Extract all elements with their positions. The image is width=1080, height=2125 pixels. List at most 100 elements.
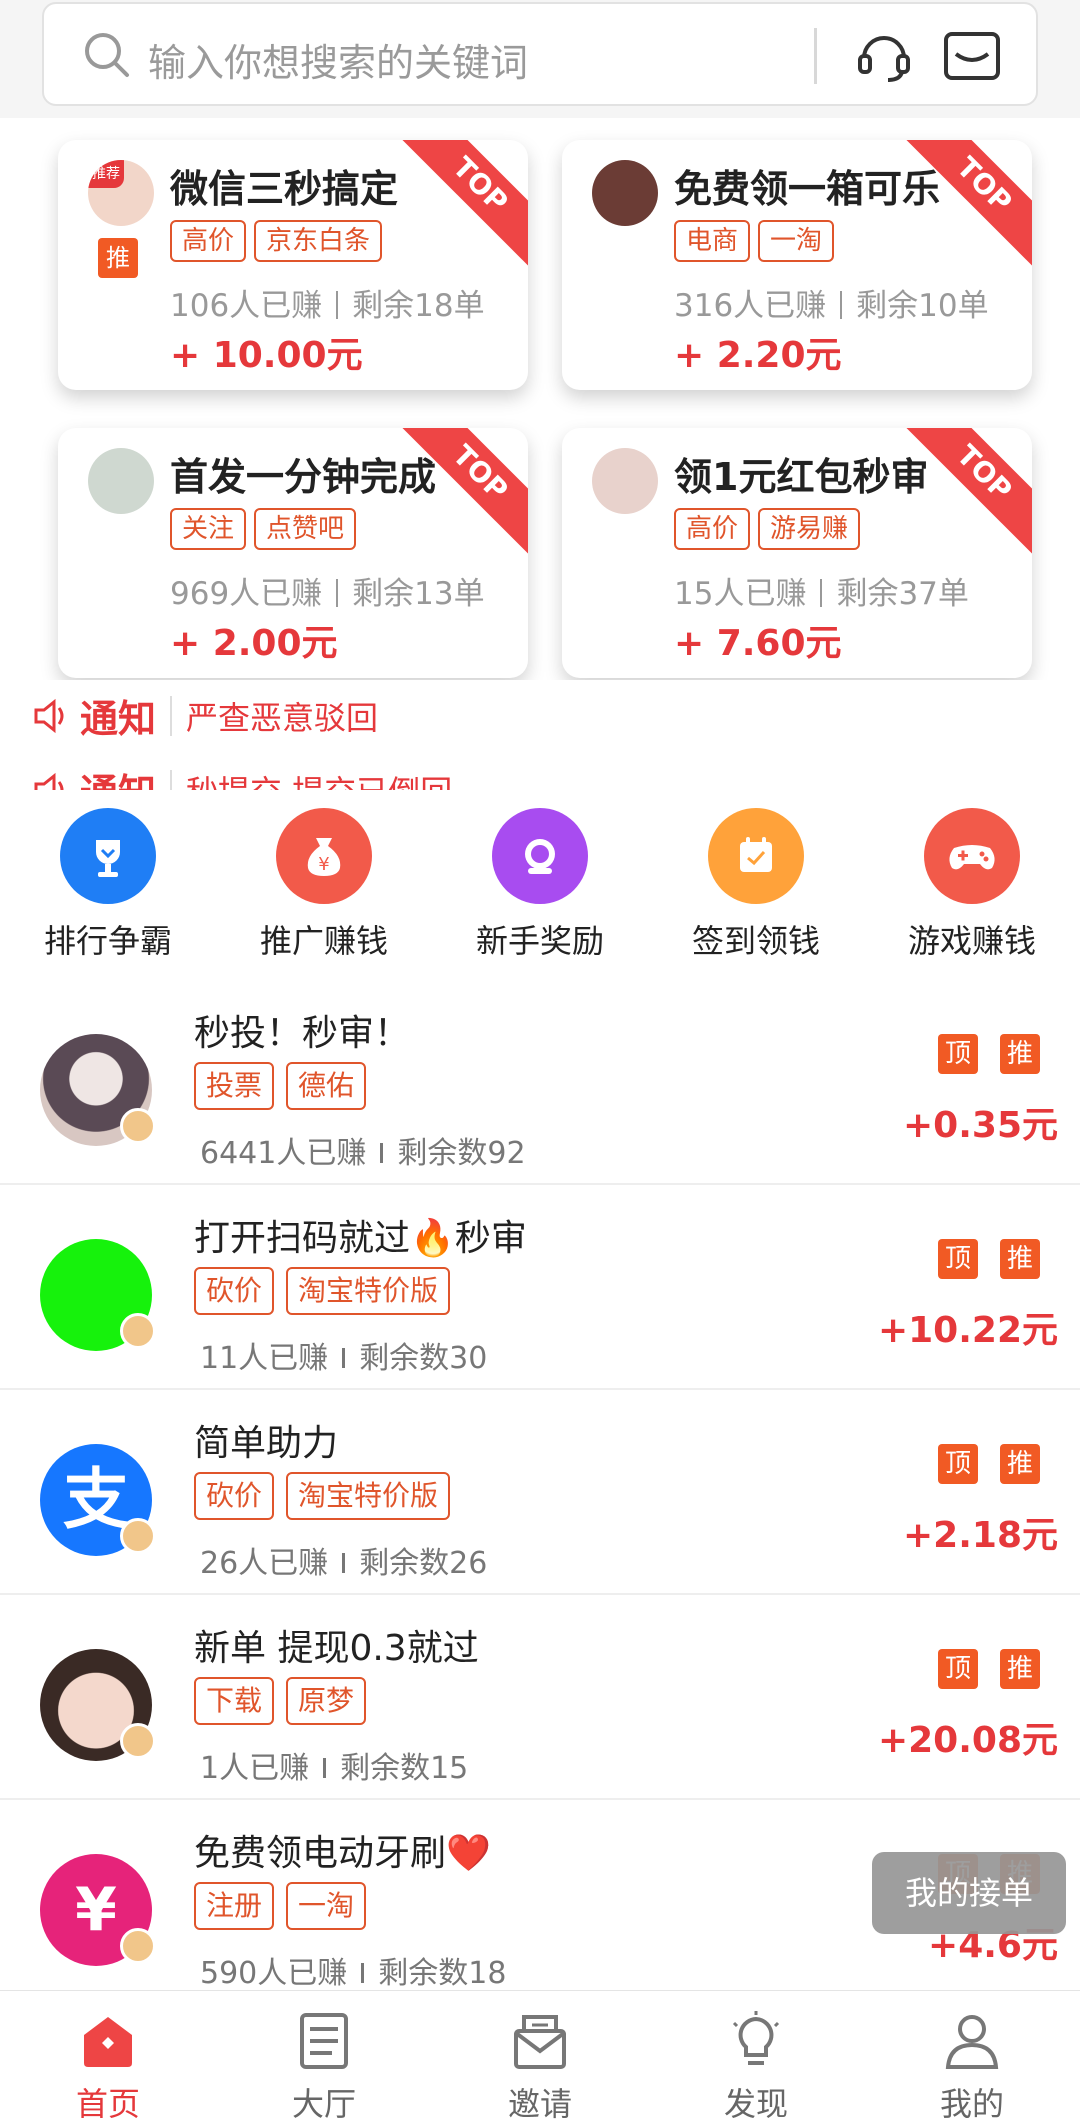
card-title: 首发一分钟完成 xyxy=(170,455,437,499)
search-divider xyxy=(814,28,817,84)
task-tags: 下载 原梦 xyxy=(194,1677,367,1725)
earned-count: 26人已赚 xyxy=(200,1546,329,1581)
trophy-icon xyxy=(96,840,120,877)
nav-mine[interactable]: 我的 xyxy=(864,2009,1080,2125)
search-input[interactable]: 输入你想搜索的关键词 xyxy=(42,2,1038,106)
search-bar-area: 输入你想搜索的关键词 xyxy=(0,0,1080,118)
crown-icon xyxy=(120,1518,156,1554)
speaker-icon xyxy=(34,772,64,790)
card-stats: 15人已赚 剩余37单 xyxy=(674,568,969,613)
nav-discover[interactable]: 发现 xyxy=(648,2009,864,2125)
top-badge: 顶 xyxy=(938,1444,978,1484)
svg-text:¥: ¥ xyxy=(318,854,329,875)
earned-count: 590人已赚 xyxy=(200,1956,348,1990)
remaining-count: 剩余数26 xyxy=(359,1546,488,1581)
remaining-count: 剩余数15 xyxy=(340,1751,469,1786)
task-stats: 26人已赚 剩余数26 xyxy=(200,1538,487,1582)
tag: 游易赚 xyxy=(758,508,861,550)
task-stats: 11人已赚 剩余数30 xyxy=(200,1333,487,1377)
task-avatar xyxy=(592,448,658,514)
nav-hall[interactable]: 大厅 xyxy=(216,2009,432,2125)
remaining-count: 剩余数30 xyxy=(359,1341,488,1376)
menu-item-games[interactable]: 游戏赚钱 xyxy=(864,808,1080,962)
task-reward: +2.18元 xyxy=(903,1515,1058,1556)
tag: 砍价 xyxy=(194,1267,275,1315)
top-task-card[interactable]: 免费领一箱可乐 电商 一淘 316人已赚 剩余10单 + 2.20元 TOP xyxy=(562,140,1032,390)
menu-label: 排行争霸 xyxy=(43,922,172,960)
earned-count: 106人已赚 xyxy=(170,288,323,324)
task-stats: 6441人已赚 剩余数92 xyxy=(200,1128,526,1172)
nav-invite[interactable]: 邀请 xyxy=(432,2009,648,2125)
nav-label: 发现 xyxy=(723,2085,788,2123)
task-tags: 砍价 淘宝特价版 xyxy=(194,1267,451,1315)
task-title: 免费领电动牙刷❤️ xyxy=(194,1833,491,1874)
lightbulb-icon xyxy=(732,2011,780,2065)
home-icon xyxy=(84,2017,132,2067)
card-title: 微信三秒搞定 xyxy=(170,167,399,211)
calendar-icon xyxy=(740,837,772,872)
menu-item-promote[interactable]: ¥ 推广赚钱 xyxy=(216,808,432,962)
task-avatar xyxy=(88,448,154,514)
task-badges: 顶 推 xyxy=(938,1034,1040,1074)
card-reward: + 10.00元 xyxy=(170,335,363,376)
promote-badge: 推 xyxy=(1000,1034,1040,1074)
task-stats: 1人已赚 剩余数15 xyxy=(200,1743,468,1787)
task-title: 打开扫码就过🔥秒审 xyxy=(194,1218,527,1259)
nav-home[interactable]: 首页 xyxy=(0,2009,216,2125)
task-tags: 砍价 淘宝特价版 xyxy=(194,1472,451,1520)
card-tags: 高价 京东白条 xyxy=(170,220,383,262)
card-title: 免费领一箱可乐 xyxy=(674,167,941,211)
crown-icon xyxy=(120,1313,156,1349)
customer-service-icon[interactable] xyxy=(854,28,914,84)
menu-label: 游戏赚钱 xyxy=(907,922,1036,960)
gift-icon xyxy=(525,839,555,874)
top-tasks-section: 推荐 推 微信三秒搞定 高价 京东白条 106人已赚 剩余18单 + 10.00元… xyxy=(0,118,1080,698)
nav-label: 我的 xyxy=(939,2085,1004,2123)
tag: 德佑 xyxy=(286,1062,367,1110)
remaining-count: 剩余18单 xyxy=(352,288,485,324)
menu-label: 签到领钱 xyxy=(691,922,820,960)
task-badges: 顶 推 xyxy=(938,1239,1040,1279)
task-avatar: 推荐 xyxy=(88,160,154,226)
invite-envelope-icon xyxy=(514,2015,566,2069)
tag: 淘宝特价版 xyxy=(286,1472,451,1520)
tag: 京东白条 xyxy=(254,220,383,262)
recommend-badge: 推荐 xyxy=(88,160,124,188)
earned-count: 1人已赚 xyxy=(200,1751,310,1786)
tag: 一淘 xyxy=(286,1882,367,1930)
earned-count: 6441人已赚 xyxy=(200,1136,367,1171)
crown-icon xyxy=(120,1928,156,1964)
tag: 砍价 xyxy=(194,1472,275,1520)
task-reward: +20.08元 xyxy=(877,1720,1058,1761)
task-row[interactable]: 秒投！秒审！ 投票 德佑 6441人已赚 剩余数92 顶 推 +0.35元 xyxy=(0,980,1080,1185)
task-tags: 投票 德佑 xyxy=(194,1062,367,1110)
task-avatar xyxy=(592,160,658,226)
promote-badge: 推 xyxy=(98,238,138,278)
top-task-card[interactable]: 推荐 推 微信三秒搞定 高价 京东白条 106人已赚 剩余18单 + 10.00元… xyxy=(58,140,528,390)
promote-badge: 推 xyxy=(1000,1239,1040,1279)
menu-item-checkin[interactable]: 签到领钱 xyxy=(648,808,864,962)
task-row[interactable]: 新单 提现0.3就过 下载 原梦 1人已赚 剩余数15 顶 推 +20.08元 xyxy=(0,1595,1080,1800)
tag: 注册 xyxy=(194,1882,275,1930)
search-placeholder: 输入你想搜索的关键词 xyxy=(148,41,529,85)
task-row[interactable]: 支 简单助力 砍价 淘宝特价版 26人已赚 剩余数26 顶 推 +2.18元 xyxy=(0,1390,1080,1595)
tag: 投票 xyxy=(194,1062,275,1110)
menu-item-ranking[interactable]: 排行争霸 xyxy=(0,808,216,962)
card-reward: + 2.00元 xyxy=(170,623,338,664)
top-task-card[interactable]: 领1元红包秒审 高价 游易赚 15人已赚 剩余37单 + 7.60元 TOP xyxy=(562,428,1032,678)
menu-item-newbie[interactable]: 新手奖励 xyxy=(432,808,648,962)
message-icon[interactable] xyxy=(942,30,1002,82)
my-orders-float-button[interactable]: 我的接单 xyxy=(872,1852,1066,1934)
task-row[interactable]: 打开扫码就过🔥秒审 砍价 淘宝特价版 11人已赚 剩余数30 顶 推 +10.22… xyxy=(0,1185,1080,1390)
task-title: 简单助力 xyxy=(194,1423,339,1464)
tag: 一淘 xyxy=(758,220,835,262)
card-stats: 969人已赚 剩余13单 xyxy=(170,568,485,613)
notice-marquee[interactable]: 通知 严查恶意驳回 通知 秒提交 提交已倒回 xyxy=(0,680,1080,790)
top-badge: 顶 xyxy=(938,1239,978,1279)
task-reward: +10.22元 xyxy=(877,1310,1058,1351)
top-badge: 顶 xyxy=(938,1649,978,1689)
top-task-card[interactable]: 首发一分钟完成 关注 点赞吧 969人已赚 剩余13单 + 2.00元 TOP xyxy=(58,428,528,678)
tag: 高价 xyxy=(674,508,751,550)
tag: 关注 xyxy=(170,508,247,550)
task-stats: 590人已赚 剩余数18 xyxy=(200,1948,506,1990)
